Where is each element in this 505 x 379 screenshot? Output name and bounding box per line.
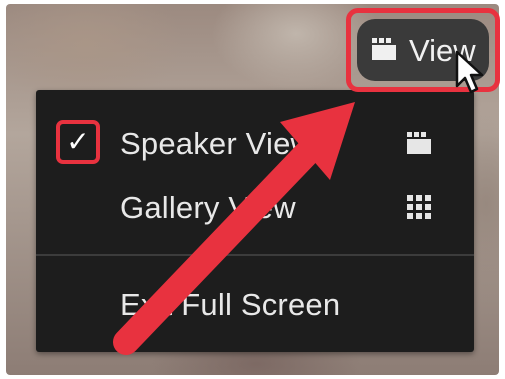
annotation-arrow-icon	[113, 102, 355, 355]
mouse-cursor-icon	[455, 50, 484, 94]
